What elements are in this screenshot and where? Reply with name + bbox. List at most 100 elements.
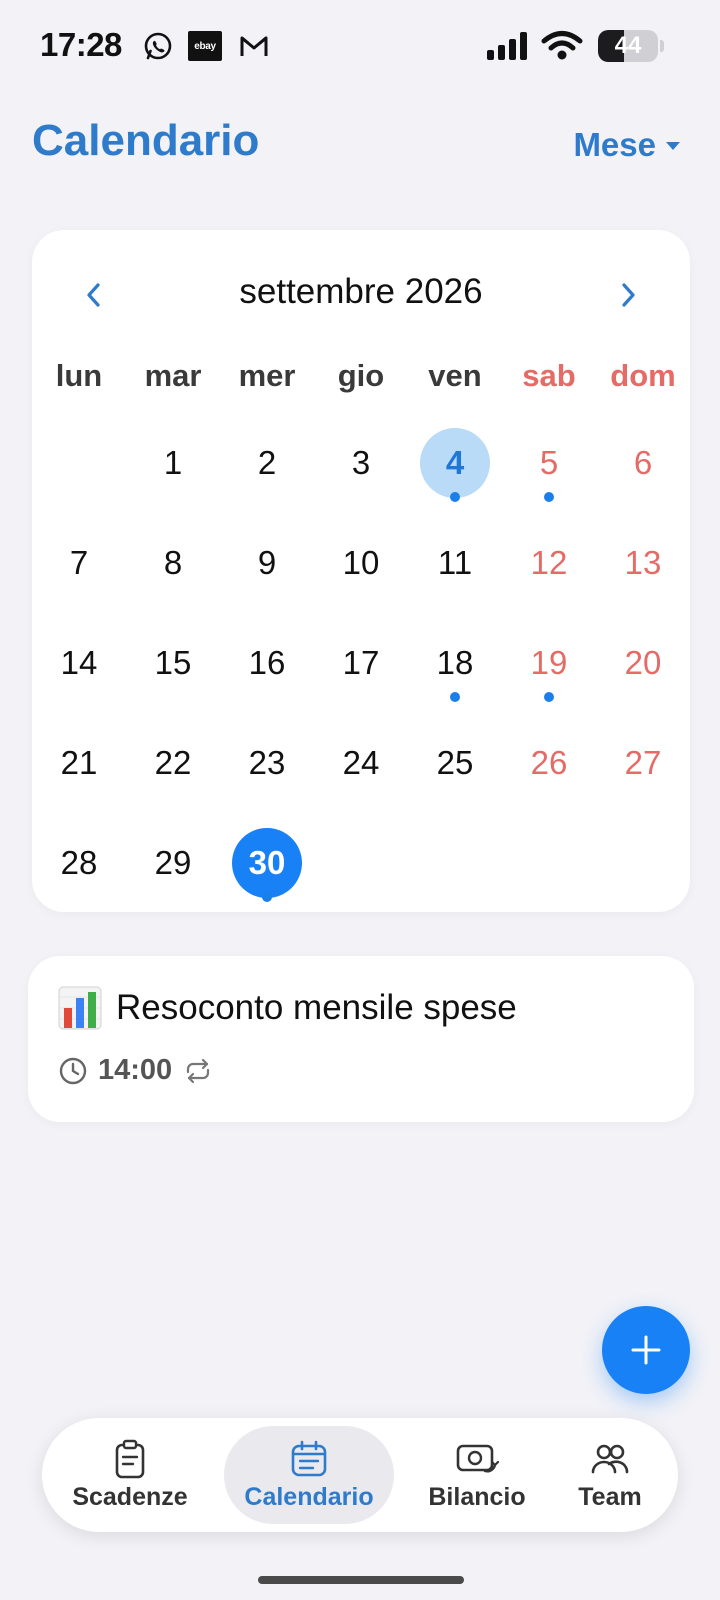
- event-indicator-dot: [262, 892, 272, 902]
- battery-level: 44: [614, 32, 642, 59]
- next-month-button[interactable]: [604, 270, 654, 320]
- add-event-button[interactable]: [602, 1306, 690, 1394]
- whatsapp-icon: [142, 30, 174, 62]
- month-navigation: settembre 2026: [32, 270, 690, 320]
- day-21[interactable]: 21: [32, 728, 126, 828]
- status-time: 17:28: [40, 26, 122, 63]
- day-3[interactable]: 3: [314, 428, 408, 528]
- money-icon: [456, 1444, 499, 1472]
- event-indicator-dot: [450, 492, 460, 502]
- day-number: 25: [436, 744, 474, 781]
- day-number: 2: [257, 444, 277, 481]
- day-number: 11: [437, 544, 473, 581]
- month-label: settembre 2026: [239, 272, 483, 311]
- calendar-card: settembre 2026 lun mar mer gio ven sab dom 123…: [32, 230, 690, 912]
- day-number: 16: [248, 644, 286, 681]
- day-30[interactable]: 30: [220, 828, 314, 928]
- day-number: 14: [60, 644, 98, 681]
- day-grid: 1 2 3 4 5 6 7 8 9 10 11 12 13 14 15 16 17 18 19 20 21 22 23 24 2…: [32, 428, 690, 928]
- day-13[interactable]: 13: [596, 528, 690, 628]
- day-number: 30: [232, 828, 302, 898]
- day-19[interactable]: 19: [502, 628, 596, 728]
- day-number: 23: [248, 744, 286, 781]
- view-mode-label: Mese: [573, 126, 656, 163]
- weekday-header: lun mar mer gio ven sab dom: [32, 358, 690, 394]
- repeat-icon: [187, 1058, 210, 1083]
- bar-chart-emoji-icon: [58, 986, 102, 1030]
- tab-calendario[interactable]: Calendario: [224, 1426, 394, 1524]
- day-22[interactable]: 22: [126, 728, 220, 828]
- team-icon: [591, 1444, 629, 1473]
- event-card[interactable]: Resoconto mensile spese 14:00: [28, 956, 694, 1122]
- day-6[interactable]: 6: [596, 428, 690, 528]
- day-5[interactable]: 5: [502, 428, 596, 528]
- day-11[interactable]: 11: [408, 528, 502, 628]
- view-mode-dropdown[interactable]: Mese: [573, 126, 680, 164]
- day-number: 24: [342, 744, 380, 781]
- tab-team-label: Team: [578, 1482, 642, 1511]
- day-number: 19: [530, 644, 568, 681]
- plus-icon: [631, 1335, 661, 1365]
- event-indicator-dot: [544, 692, 554, 702]
- weekday-gio: gio: [337, 358, 385, 393]
- day-20[interactable]: 20: [596, 628, 690, 728]
- weekday-ven: ven: [428, 358, 482, 393]
- status-bar: 17:28 ebay 44: [0, 0, 720, 92]
- day-15[interactable]: 15: [126, 628, 220, 728]
- day-9[interactable]: 9: [220, 528, 314, 628]
- weekday-sab: sab: [522, 358, 576, 393]
- day-17[interactable]: 17: [314, 628, 408, 728]
- tab-scadenze-label: Scadenze: [72, 1482, 188, 1511]
- weekday-mar: mar: [144, 358, 202, 393]
- day-16[interactable]: 16: [220, 628, 314, 728]
- page-title: Calendario: [32, 116, 260, 165]
- day-4[interactable]: 4: [408, 428, 502, 528]
- event-time: 14:00: [98, 1054, 173, 1086]
- day-number: 6: [633, 444, 653, 481]
- day-23[interactable]: 23: [220, 728, 314, 828]
- chevron-right-icon: [622, 283, 635, 307]
- cellular-signal-icon: [487, 32, 529, 60]
- day-number: 13: [624, 544, 662, 581]
- day-number: 17: [342, 644, 380, 681]
- calendar-icon: [291, 1440, 327, 1476]
- day-14[interactable]: 14: [32, 628, 126, 728]
- day-1[interactable]: 1: [126, 428, 220, 528]
- tab-scadenze[interactable]: Scadenze: [50, 1426, 210, 1524]
- day-18[interactable]: 18: [408, 628, 502, 728]
- wifi-icon: [541, 30, 583, 60]
- day-number: 9: [257, 544, 277, 581]
- tab-bilancio[interactable]: Bilancio: [402, 1426, 552, 1524]
- clipboard-icon: [115, 1439, 145, 1478]
- tab-team[interactable]: Team: [547, 1426, 673, 1524]
- day-number: 1: [163, 444, 183, 481]
- day-24[interactable]: 24: [314, 728, 408, 828]
- ebay-icon: ebay: [188, 31, 222, 61]
- day-29[interactable]: 29: [126, 828, 220, 928]
- day-8[interactable]: 8: [126, 528, 220, 628]
- day-number: 7: [69, 544, 89, 581]
- day-number: 26: [530, 744, 568, 781]
- day-2[interactable]: 2: [220, 428, 314, 528]
- day-number: 10: [342, 544, 380, 581]
- day-number: 18: [436, 644, 474, 681]
- day-number: 15: [154, 644, 192, 681]
- weekday-dom: dom: [610, 358, 676, 393]
- day-10[interactable]: 10: [314, 528, 408, 628]
- day-12[interactable]: 12: [502, 528, 596, 628]
- day-27[interactable]: 27: [596, 728, 690, 828]
- weekday-mer: mer: [238, 358, 296, 393]
- day-28[interactable]: 28: [32, 828, 126, 928]
- event-indicator-dot: [450, 692, 460, 702]
- day-26[interactable]: 26: [502, 728, 596, 828]
- day-number: 12: [530, 544, 568, 581]
- day-number: 27: [624, 744, 662, 781]
- day-25[interactable]: 25: [408, 728, 502, 828]
- clock-icon: [59, 1057, 87, 1084]
- day-number: 4: [420, 428, 490, 498]
- day-number: 29: [154, 844, 192, 881]
- day-number: 20: [624, 644, 662, 681]
- battery-icon: 44: [598, 30, 664, 62]
- day-7[interactable]: 7: [32, 528, 126, 628]
- day-number: 5: [539, 444, 559, 481]
